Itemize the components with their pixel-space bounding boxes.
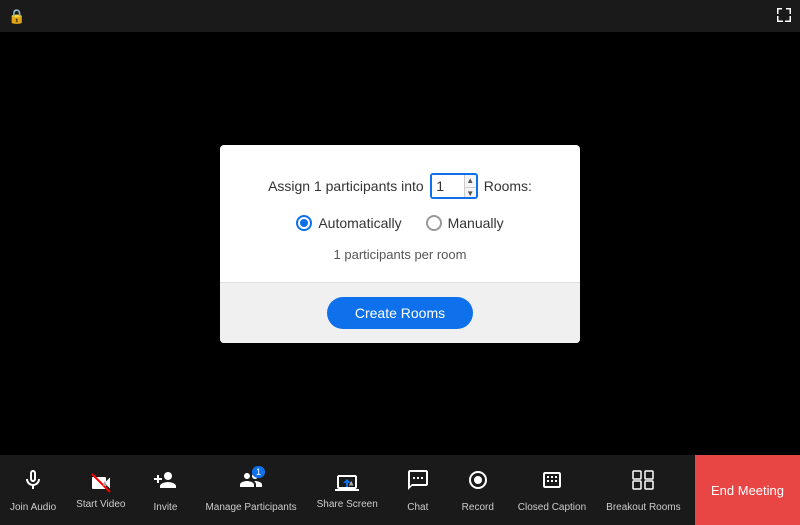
rooms-decrement-btn[interactable]: ▼ [465,188,476,199]
toolbar-item-chat[interactable]: Chat [388,455,448,525]
toolbar-item-start-video[interactable]: ▲ Start Video [66,455,135,525]
toolbar-item-invite[interactable]: Invite [135,455,195,525]
breakout-rooms-label: Breakout Rooms [606,502,680,513]
create-rooms-button[interactable]: Create Rooms [327,297,473,329]
join-audio-label: Join Audio [10,502,56,513]
manage-participants-label: Manage Participants [205,502,296,513]
main-content: Assign 1 participants into ▲ ▼ Rooms: [0,32,800,455]
manual-label: Manually [448,215,504,231]
toolbar-item-share-screen[interactable]: ▲ Share Screen [307,455,388,525]
assign-row: Assign 1 participants into ▲ ▼ Rooms: [268,173,532,199]
toolbar-item-closed-caption[interactable]: Closed Caption [508,455,596,525]
toolbar-item-manage-participants[interactable]: 1 Manage Participants [195,455,306,525]
closed-caption-icon [540,468,564,498]
rooms-input-container[interactable]: ▲ ▼ [430,173,478,199]
invite-icon [153,468,177,498]
top-bar: 🔒 [0,0,800,32]
toolbar-item-breakout-rooms[interactable]: Breakout Rooms [596,455,690,525]
auto-label: Automatically [318,215,401,231]
toolbar: Join Audio ▲ Start Video Invite [0,455,800,525]
per-room-text: 1 participants per room [334,247,467,262]
participants-icon: 1 [239,468,263,498]
audio-icon [21,468,45,498]
record-icon [466,468,490,498]
share-screen-icon: ▲ [335,471,359,495]
auto-radio[interactable] [296,215,312,231]
fullscreen-button[interactable] [776,7,792,26]
manual-radio[interactable] [426,215,442,231]
toolbar-item-record[interactable]: Record [448,455,508,525]
invite-label: Invite [154,502,178,513]
chat-label: Chat [407,502,428,513]
assignment-mode-row: Automatically Manually [296,215,503,231]
toolbar-left: Join Audio ▲ Start Video Invite [0,455,695,525]
closed-caption-label: Closed Caption [518,502,586,513]
end-meeting-button[interactable]: End Meeting [695,455,800,525]
manual-option[interactable]: Manually [426,215,504,231]
dialog-footer: Create Rooms [220,282,580,343]
rooms-count-input[interactable] [432,175,464,197]
rooms-increment-btn[interactable]: ▲ [465,175,476,189]
breakout-icon [631,468,655,498]
record-label: Record [462,502,494,513]
security-icon: 🔒 [8,8,25,25]
assign-text: Assign 1 participants into [268,178,424,194]
breakout-rooms-dialog: Assign 1 participants into ▲ ▼ Rooms: [220,145,580,343]
toolbar-item-join-audio[interactable]: Join Audio [0,455,66,525]
video-arrow: ▲ [101,478,109,487]
participants-badge: 1 [252,466,265,478]
share-arrow: ▲ [347,478,355,487]
rooms-text: Rooms: [484,178,532,194]
start-video-label: Start Video [76,499,125,510]
share-screen-label: Share Screen [317,499,378,510]
chat-icon [406,468,430,498]
auto-option[interactable]: Automatically [296,215,401,231]
video-icon: ▲ [89,471,113,495]
